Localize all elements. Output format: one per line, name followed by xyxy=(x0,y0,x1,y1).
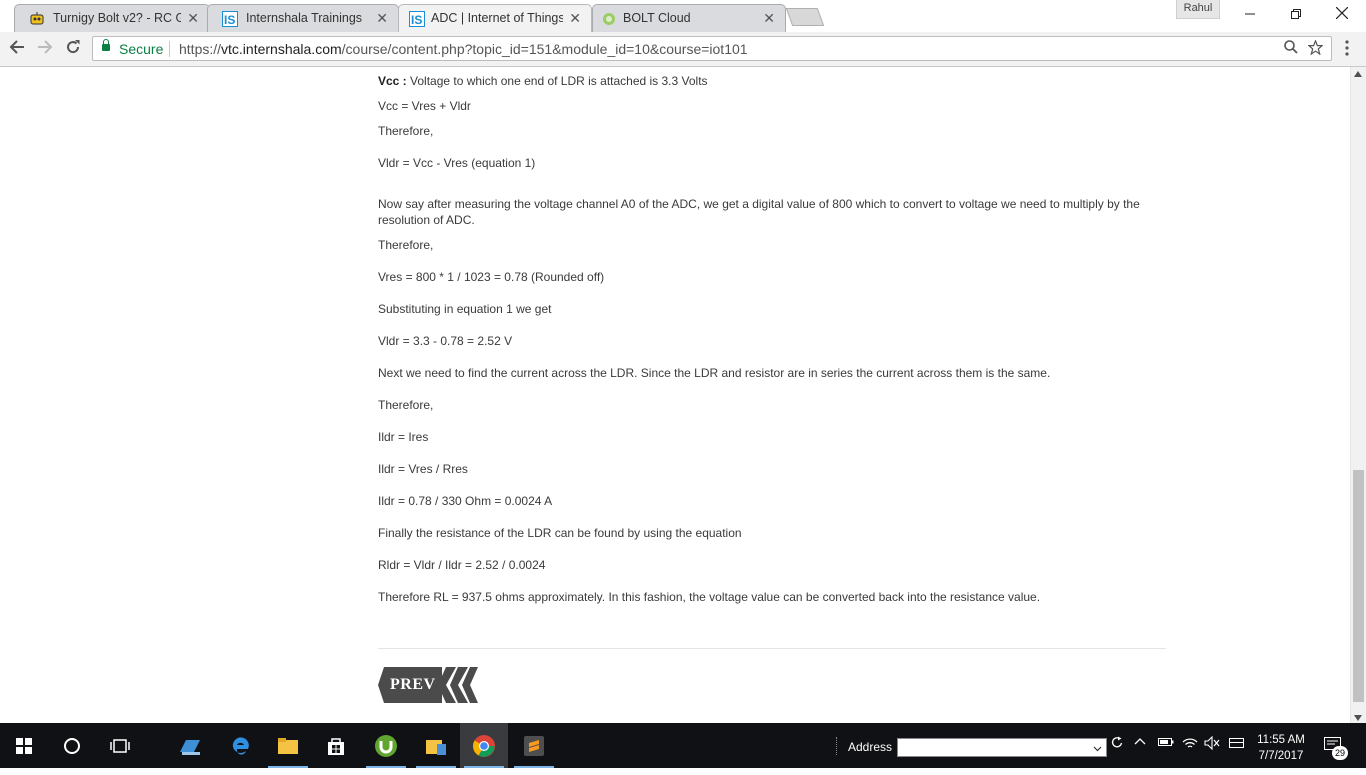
browser-toolbar: Secure https://vtc.internshala.com/cours… xyxy=(0,32,1366,67)
vcc-paragraph: Vcc : Voltage to which one end of LDR is… xyxy=(378,74,708,88)
url-host: vtc.internshala.com xyxy=(221,41,342,57)
new-tab-button[interactable] xyxy=(785,8,825,26)
refresh-go-icon[interactable] xyxy=(1111,736,1124,752)
action-center-icon[interactable]: 29 xyxy=(1324,737,1348,760)
tab-title: ADC | Internet of Things xyxy=(431,11,563,25)
tab-turnigy[interactable]: Turnigy Bolt v2? - RC Gro ✕ xyxy=(14,4,210,32)
divider xyxy=(169,41,170,57)
internshala-favicon-icon: IS xyxy=(409,11,425,27)
cortana-icon[interactable] xyxy=(48,723,96,768)
text-line: Finally the resistance of the LDR can be… xyxy=(378,526,742,540)
address-bar[interactable]: Secure https://vtc.internshala.com/cours… xyxy=(92,36,1332,61)
robot-favicon-icon xyxy=(29,11,45,27)
address-toolbar-input[interactable] xyxy=(897,738,1107,757)
svg-text:IS: IS xyxy=(224,13,235,27)
back-arrow-icon[interactable] xyxy=(7,38,27,58)
notification-count-badge: 29 xyxy=(1332,746,1348,760)
bolt-favicon-icon xyxy=(601,11,617,27)
windows-taskbar: Address 11:55 AM 7/7/2017 29 xyxy=(0,723,1366,768)
page-content: Vcc : Voltage to which one end of LDR is… xyxy=(0,67,1350,723)
sublime-text-icon[interactable] xyxy=(510,723,558,768)
text-line: Ildr = 0.78 / 330 Ohm = 0.0024 A xyxy=(378,494,553,508)
bookmark-star-icon[interactable] xyxy=(1307,39,1324,59)
forward-arrow-icon[interactable] xyxy=(35,38,55,58)
browser-tab-strip: Turnigy Bolt v2? - RC Gro ✕ IS Internsha… xyxy=(0,0,1366,32)
show-hidden-icons-chevron-icon[interactable] xyxy=(1134,736,1146,751)
tab-adc-iot[interactable]: IS ADC | Internet of Things ✕ xyxy=(398,4,592,32)
svg-text:IS: IS xyxy=(411,13,422,27)
chrome-icon[interactable] xyxy=(460,723,508,768)
text-paragraph: Now say after measuring the voltage chan… xyxy=(378,197,1140,227)
vcc-label: Vcc : xyxy=(378,74,407,88)
tab-close-icon[interactable]: ✕ xyxy=(376,10,388,27)
tab-close-icon[interactable]: ✕ xyxy=(187,10,199,27)
text-line: Substituting in equation 1 we get xyxy=(378,302,552,316)
toolbar-grip xyxy=(836,737,839,755)
internshala-favicon-icon: IS xyxy=(222,11,238,27)
close-window-icon[interactable] xyxy=(1319,0,1365,28)
text-line: Ildr = Vres / Rres xyxy=(378,462,468,476)
utorrent-icon[interactable] xyxy=(362,723,410,768)
scroll-down-arrow-icon[interactable] xyxy=(1354,714,1362,723)
tab-close-icon[interactable]: ✕ xyxy=(569,10,581,27)
browser-menu-icon[interactable] xyxy=(1344,40,1350,56)
input-keyboard-icon[interactable] xyxy=(1229,736,1244,752)
clock-time: 11:55 AM xyxy=(1257,734,1305,746)
url-text[interactable]: https://vtc.internshala.com/course/conte… xyxy=(179,41,748,57)
url-scheme: https:// xyxy=(179,41,222,57)
tab-close-icon[interactable]: ✕ xyxy=(763,10,775,27)
chevron-down-icon[interactable] xyxy=(1093,740,1102,756)
text-line: Vldr = Vcc - Vres (equation 1) xyxy=(378,156,536,170)
text-line: Next we need to find the current across … xyxy=(378,366,1051,380)
restore-icon[interactable] xyxy=(1273,0,1319,28)
text-line: Vcc = Vres + Vldr xyxy=(378,99,471,113)
tab-title: Turnigy Bolt v2? - RC Gro xyxy=(53,11,181,25)
volume-muted-icon[interactable] xyxy=(1204,735,1220,753)
vcc-text: Voltage to which one end of LDR is attac… xyxy=(406,74,708,88)
lock-icon xyxy=(102,39,110,51)
text-line: Vres = 800 * 1 / 1023 = 0.78 (Rounded of… xyxy=(378,270,605,284)
task-view-icon[interactable] xyxy=(96,723,144,768)
edge-browser-icon[interactable] xyxy=(216,723,264,768)
wifi-icon[interactable] xyxy=(1182,736,1198,753)
reload-icon[interactable] xyxy=(63,38,83,58)
text-line: Therefore, xyxy=(378,124,434,138)
prev-button[interactable]: PREV xyxy=(378,667,478,703)
text-line: Rldr = Vldr / Ildr = 2.52 / 0.0024 xyxy=(378,558,546,572)
secure-label: Secure xyxy=(119,41,164,57)
text-line: Vldr = 3.3 - 0.78 = 2.52 V xyxy=(378,334,513,348)
minimize-icon[interactable] xyxy=(1227,0,1273,28)
tab-title: Internshala Trainings xyxy=(246,11,363,25)
divider xyxy=(378,648,1166,649)
clock-date: 7/7/2017 xyxy=(1258,750,1304,762)
tab-internshala-trainings[interactable]: IS Internshala Trainings ✕ xyxy=(207,4,399,32)
profile-button[interactable]: Rahul xyxy=(1176,0,1220,19)
file-manager-icon[interactable] xyxy=(412,723,460,768)
tab-bolt-cloud[interactable]: BOLT Cloud ✕ xyxy=(592,4,786,32)
people-app-icon[interactable] xyxy=(166,723,214,768)
prev-button-label: PREV xyxy=(390,676,436,693)
text-line: Therefore, xyxy=(378,398,434,412)
scroll-thumb[interactable] xyxy=(1353,470,1364,702)
system-clock[interactable]: 11:55 AM 7/7/2017 xyxy=(1250,732,1312,764)
file-explorer-icon[interactable] xyxy=(264,723,312,768)
url-path: /course/content.php?topic_id=151&module_… xyxy=(341,41,748,57)
text-line: Therefore RL = 937.5 ohms approximately.… xyxy=(378,590,1041,604)
tab-title: BOLT Cloud xyxy=(623,11,691,25)
text-line: Ildr = Ires xyxy=(378,430,429,444)
store-icon[interactable] xyxy=(312,723,360,768)
zoom-magnifier-icon[interactable] xyxy=(1284,40,1298,58)
start-button-icon[interactable] xyxy=(0,723,48,768)
text-line: Therefore, xyxy=(378,238,434,252)
page-scrollbar[interactable] xyxy=(1350,67,1366,723)
address-toolbar-label: Address xyxy=(848,740,893,754)
scroll-up-arrow-icon[interactable] xyxy=(1354,70,1362,79)
battery-icon[interactable] xyxy=(1158,736,1174,751)
